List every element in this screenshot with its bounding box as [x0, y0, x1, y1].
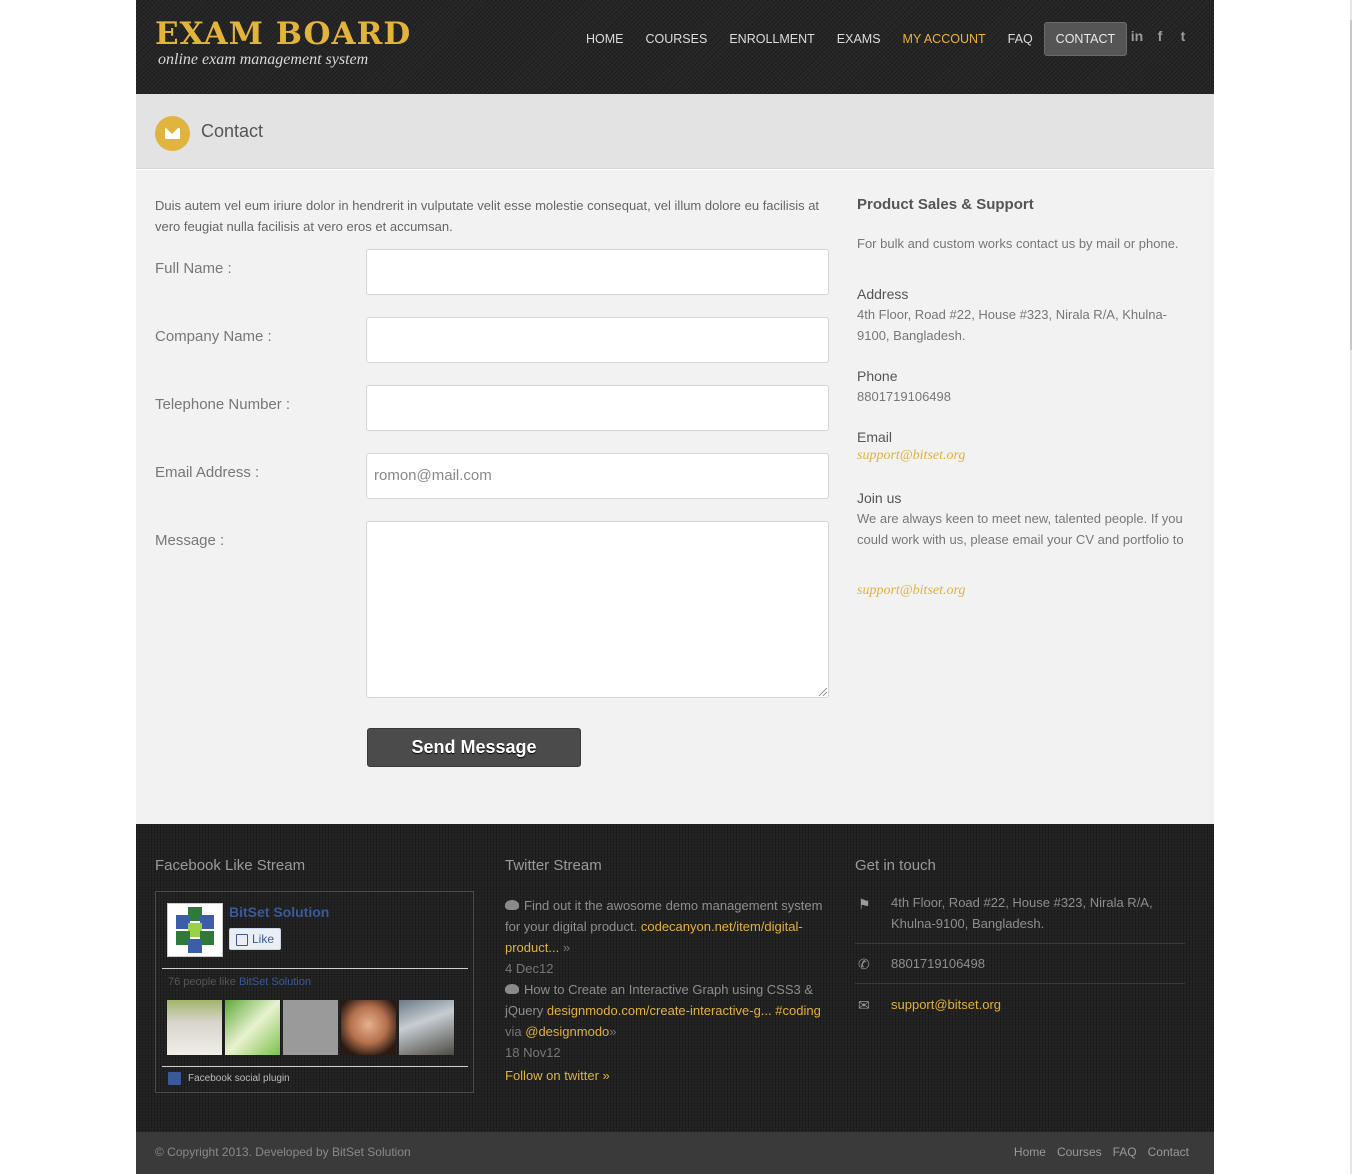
full-name-field[interactable]	[366, 249, 829, 295]
envelope-icon	[155, 116, 190, 151]
nav-home[interactable]: HOME	[575, 22, 635, 56]
telephone-label: Telephone Number :	[155, 396, 291, 413]
twitter-stream-heading: Twitter Stream	[505, 857, 602, 874]
facebook-divider	[162, 968, 468, 969]
facebook-like-button[interactable]: Like	[229, 928, 281, 950]
tweet-hashtag[interactable]: #coding	[775, 1003, 821, 1018]
sidebar-email-link[interactable]: support@bitset.org	[857, 448, 965, 464]
sidebar-heading: Product Sales & Support	[857, 196, 1034, 213]
footer-email-link[interactable]: support@bitset.org	[891, 994, 1176, 1015]
follow-twitter-link[interactable]: Follow on twitter »	[505, 1068, 610, 1083]
phone-icon: ✆	[858, 956, 870, 972]
facebook-icon[interactable]: f	[1153, 28, 1167, 44]
mail-icon: ✉	[858, 997, 870, 1013]
logo-subtitle: online exam management system	[158, 51, 369, 68]
footer-phone-row: ✆ 8801719106498	[855, 944, 1185, 984]
footer-address: 4th Floor, Road #22, House #323, Nirala …	[891, 895, 1153, 931]
send-message-button[interactable]: Send Message	[367, 728, 581, 767]
twitter-bird-icon	[505, 900, 519, 910]
nav-enrollment[interactable]: ENROLLMENT	[718, 22, 825, 56]
join-text: We are always keen to meet new, talented…	[857, 511, 1184, 547]
footer-phone: 8801719106498	[891, 956, 985, 971]
facebook-stream-heading: Facebook Like Stream	[155, 857, 306, 874]
footer-email-row: ✉ support@bitset.org	[855, 984, 1185, 1024]
facebook-like-box: BitSet Solution Like 76 people like BitS…	[155, 891, 474, 1093]
footer-nav-courses[interactable]: Courses	[1057, 1145, 1102, 1159]
page-title-bar: Contact	[136, 94, 1214, 169]
twitter-icon[interactable]: t	[1176, 28, 1190, 44]
nav-exams[interactable]: EXAMS	[826, 22, 892, 56]
resize-grip[interactable]	[819, 688, 827, 696]
main-nav: HOME COURSES ENROLLMENT EXAMS MY ACCOUNT…	[575, 22, 1128, 56]
sidebar-text: For bulk and custom works contact us by …	[857, 236, 1179, 251]
address-heading: Address	[857, 286, 909, 302]
email-label: Email Address :	[155, 464, 260, 481]
join-heading: Join us	[857, 490, 902, 506]
email-field[interactable]: romon@mail.com	[366, 453, 829, 499]
nav-my-account[interactable]: MY ACCOUNT	[892, 22, 997, 56]
footer-nav-home[interactable]: Home	[1014, 1145, 1046, 1159]
tweet-handle[interactable]: @designmodo	[525, 1024, 609, 1039]
tweet: Find out it the awosome demo management …	[505, 898, 823, 955]
email-heading: Email	[857, 429, 893, 445]
page-title: Contact	[201, 121, 264, 141]
bitset-logo[interactable]	[167, 903, 223, 957]
full-name-label: Full Name :	[155, 260, 232, 277]
nav-faq[interactable]: FAQ	[997, 22, 1044, 56]
main-content: Duis autem vel eum iriure dolor in hendr…	[136, 170, 1214, 824]
message-textarea[interactable]	[366, 521, 829, 698]
social-links: in f t	[1130, 28, 1190, 44]
tweet: How to Create an Interactive Graph using…	[505, 982, 821, 1039]
join-email-link[interactable]: support@bitset.org	[857, 583, 965, 599]
fan-avatar[interactable]	[399, 1000, 454, 1055]
fan-avatar[interactable]	[167, 1000, 222, 1055]
logo-title[interactable]: EXAM BOARD	[155, 16, 411, 52]
email-field-value: romon@mail.com	[374, 467, 492, 484]
footer-address-row: ⚑ 4th Floor, Road #22, House #323, Niral…	[855, 894, 1185, 944]
facebook-like-count: 76 people like BitSet Solution	[168, 976, 312, 988]
footer-nav-contact[interactable]: Contact	[1148, 1145, 1189, 1159]
facebook-divider	[162, 1066, 468, 1067]
facebook-count-page-link[interactable]: BitSet Solution	[239, 976, 311, 988]
phone-text: 8801719106498	[857, 389, 951, 404]
signpost-icon: ⚑	[858, 896, 871, 912]
bottom-bar: © Copyright 2013. Developed by BitSet So…	[136, 1132, 1214, 1174]
company-name-label: Company Name :	[155, 328, 272, 345]
fan-avatar[interactable]	[283, 1000, 338, 1055]
contact-intro: Duis autem vel eum iriure dolor in hendr…	[155, 198, 820, 234]
tweet-link[interactable]: designmodo.com/create-interactive-g...	[547, 1003, 772, 1018]
page-wrapper: EXAM BOARD online exam management system…	[136, 0, 1214, 1174]
nav-courses[interactable]: COURSES	[635, 22, 719, 56]
address-text: 4th Floor, Road #22, House #323, Nirala …	[857, 307, 1168, 343]
facebook-social-plugin[interactable]: Facebook social plugin	[168, 1072, 290, 1085]
facebook-faces	[167, 1000, 454, 1055]
fan-avatar[interactable]	[225, 1000, 280, 1055]
footer-nav-faq[interactable]: FAQ	[1113, 1145, 1137, 1159]
footer-nav: Home Courses FAQ Contact	[1014, 1145, 1189, 1159]
telephone-field[interactable]	[366, 385, 829, 431]
message-label: Message :	[155, 532, 225, 549]
twitter-stream: Find out it the awosome demo management …	[505, 895, 830, 1063]
get-in-touch-heading: Get in touch	[855, 857, 936, 874]
tweet-date: 4 Dec12	[505, 961, 554, 976]
nav-contact[interactable]: CONTACT	[1043, 22, 1128, 56]
fan-avatar[interactable]	[341, 1000, 396, 1055]
linkedin-icon[interactable]: in	[1130, 28, 1144, 44]
copyright: © Copyright 2013. Developed by BitSet So…	[155, 1145, 411, 1159]
company-name-field[interactable]	[366, 317, 829, 363]
site-footer: Facebook Like Stream BitSet Solution Lik…	[136, 824, 1214, 1132]
site-header: EXAM BOARD online exam management system…	[136, 0, 1214, 94]
twitter-bird-icon	[505, 984, 519, 994]
tweet-date: 18 Nov12	[505, 1045, 561, 1060]
facebook-page-name[interactable]: BitSet Solution	[229, 904, 329, 920]
phone-heading: Phone	[857, 368, 898, 384]
